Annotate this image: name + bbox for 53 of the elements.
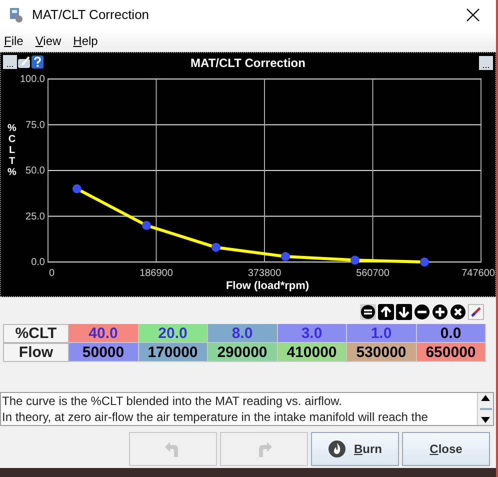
data-point[interactable] — [280, 252, 290, 261]
close-icon[interactable] — [466, 8, 480, 22]
table-cell[interactable]: 290000 — [208, 343, 278, 362]
data-point[interactable] — [211, 242, 220, 252]
x-tick-label: 373800 — [248, 268, 282, 279]
data-point[interactable] — [142, 220, 151, 230]
data-point[interactable] — [350, 256, 360, 265]
y-tick-label: 25.0 — [26, 211, 45, 222]
table-cell[interactable]: 650000 — [416, 343, 486, 362]
table-cell[interactable]: 0.0 — [416, 324, 486, 343]
description-text: In theory, at zero air-flow the air temperature in the intake manifold will reach the — [2, 409, 429, 425]
scroll-down-icon[interactable] — [481, 417, 490, 423]
clear-icon[interactable] — [450, 304, 466, 320]
arrow-up-icon[interactable] — [378, 304, 394, 320]
x-tick-label: 0 — [49, 268, 55, 279]
y-tick-label: 50.0 — [26, 166, 45, 176]
table-cell[interactable]: 50000 — [69, 343, 138, 362]
table-cell[interactable]: 170000 — [138, 343, 208, 362]
y-tick-label: 75.0 — [26, 120, 45, 131]
chart-title: MAT/CLT Correction — [190, 55, 306, 72]
y-tick-label: 100.0 — [20, 74, 45, 85]
minus-icon[interactable] — [414, 304, 430, 320]
axis-title: %CLT % — [7, 123, 17, 178]
flame-icon — [328, 440, 346, 458]
options-button[interactable]: ... — [479, 56, 493, 70]
options-button[interactable]: ... — [3, 55, 17, 69]
row-header: Flow — [3, 343, 69, 362]
axis-title: Flow (load*rpm) — [226, 280, 310, 292]
table-cell[interactable]: 530000 — [347, 343, 416, 362]
pen-icon[interactable] — [468, 304, 484, 320]
help-icon[interactable] — [31, 55, 44, 69]
y-tick-label: 0.0 — [31, 257, 45, 268]
table-cell[interactable]: 410000 — [278, 343, 347, 362]
plus-icon[interactable] — [432, 304, 448, 320]
row-header: %CLT — [3, 324, 69, 343]
app-icon — [8, 7, 24, 23]
menu-item[interactable]: Help — [73, 32, 98, 50]
scrollbar[interactable] — [477, 393, 493, 425]
scroll-up-icon[interactable] — [481, 395, 490, 401]
data-point[interactable] — [72, 184, 82, 194]
description-text: The curve is the %CLT blended into the MAT reading vs. airflow. — [2, 393, 343, 409]
table-cell[interactable]: 20.0 — [138, 324, 208, 343]
window-title: MAT/CLT Correction — [32, 6, 150, 24]
x-tick-label: 747600 — [462, 268, 495, 279]
close-button[interactable]: Close — [402, 432, 490, 466]
menu-item[interactable]: File — [4, 32, 24, 50]
burn-button[interactable]: Burn — [311, 432, 399, 466]
menu-item[interactable]: View — [35, 32, 62, 50]
equals-icon[interactable] — [360, 304, 376, 320]
x-tick-label: 560700 — [356, 268, 390, 279]
arrow-down-icon[interactable] — [396, 304, 412, 320]
chart-edit-icon[interactable] — [17, 55, 31, 69]
x-tick-label: 186900 — [140, 268, 173, 279]
